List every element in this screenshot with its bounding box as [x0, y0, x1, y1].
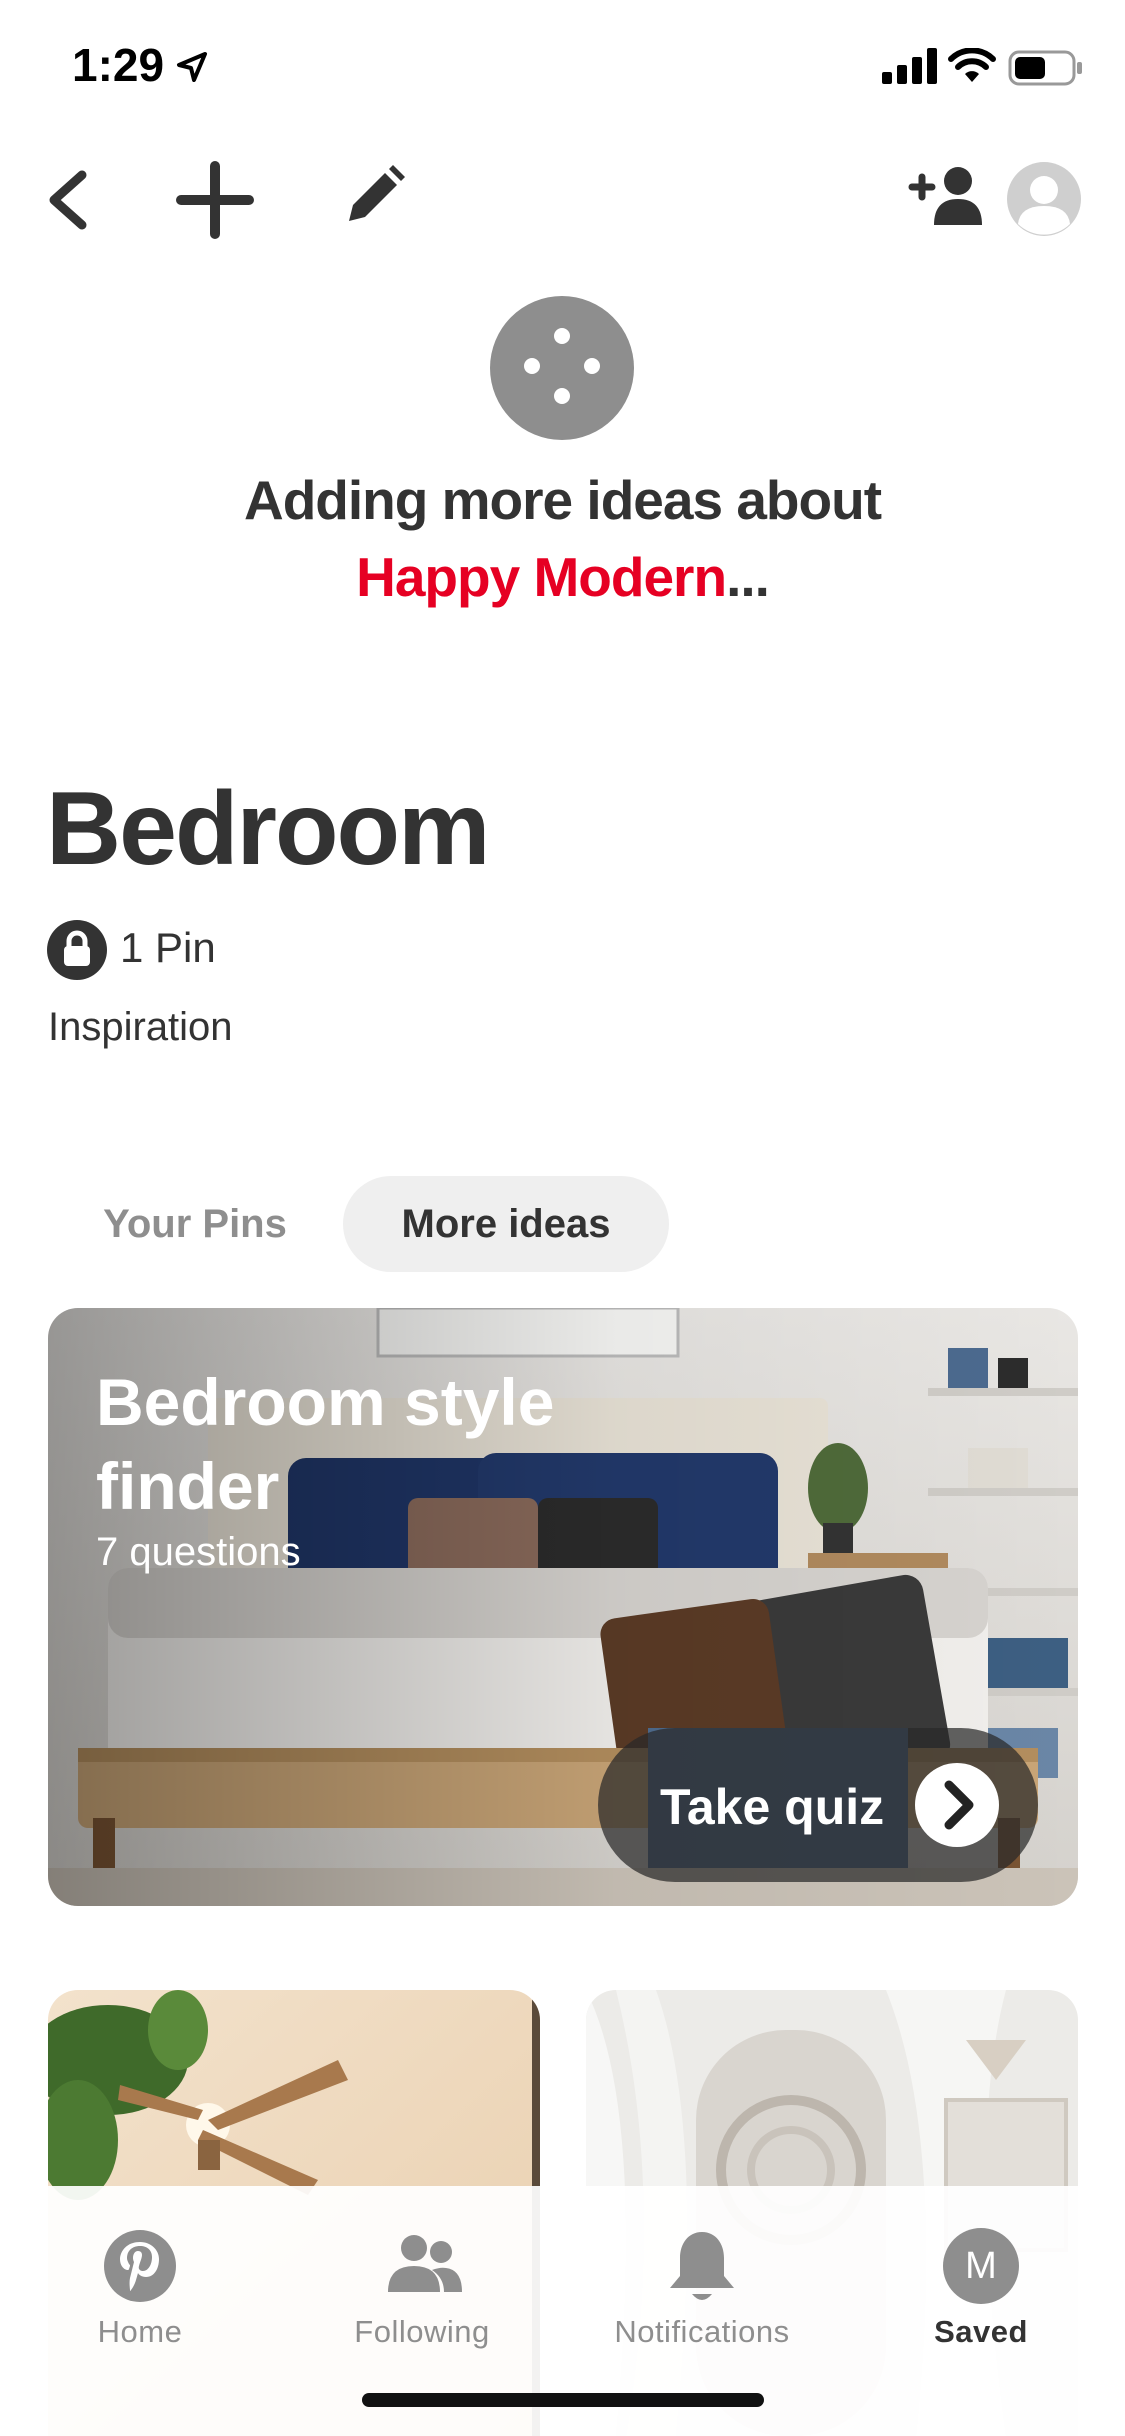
bell-icon: [670, 2232, 734, 2300]
chevron-right-icon: [915, 1763, 999, 1847]
status-time: 1:29: [72, 39, 165, 91]
nav-home[interactable]: Home: [10, 2206, 270, 2356]
style-quiz-card[interactable]: Bedroom style finder 7 questions Take qu…: [48, 1308, 1078, 1906]
saved-avatar-icon: M: [943, 2228, 1019, 2304]
nav-notifications[interactable]: Notifications: [572, 2206, 832, 2356]
loading-topic: Happy Modern: [356, 546, 727, 608]
status-bar: 1:29: [0, 0, 1125, 130]
pencil-icon[interactable]: [343, 163, 407, 227]
cellular-signal-icon: [882, 48, 937, 84]
board-title: Bedroom: [46, 771, 490, 887]
nav-home-label: Home: [97, 2314, 183, 2349]
loading-ideas-icon: [490, 296, 634, 440]
lock-icon: [47, 920, 107, 980]
nav-notifications-label: Notifications: [614, 2314, 790, 2349]
home-indicator[interactable]: [362, 2393, 764, 2407]
back-chevron-icon[interactable]: [38, 165, 98, 235]
loading-message: Adding more ideas about: [243, 469, 882, 531]
nav-following-label: Following: [354, 2314, 490, 2349]
take-quiz-label: Take quiz: [660, 1779, 885, 1835]
take-quiz-button[interactable]: Take quiz: [598, 1728, 1038, 1882]
nav-saved-label: Saved: [934, 2314, 1028, 2349]
location-arrow-icon: [177, 52, 207, 82]
loading-topic-line: Happy Modern...: [0, 545, 1125, 609]
plus-icon[interactable]: [175, 160, 255, 240]
quiz-title: Bedroom style finder: [96, 1365, 555, 1523]
loading-ellipsis: ...: [726, 546, 770, 608]
pin-count: 1 Pin: [120, 924, 216, 971]
profile-avatar-icon[interactable]: [1005, 160, 1083, 238]
wifi-icon: [948, 48, 996, 82]
people-icon: [388, 2235, 462, 2292]
nav-saved[interactable]: M Saved: [851, 2206, 1111, 2356]
tab-more-ideas[interactable]: More ideas: [343, 1176, 669, 1272]
board-description: Inspiration: [48, 1005, 233, 1049]
tab-your-pins[interactable]: Your Pins: [70, 1178, 320, 1270]
pinterest-logo-icon: [104, 2230, 176, 2302]
add-collaborator-icon[interactable]: [908, 165, 986, 227]
battery-icon: [1008, 50, 1082, 86]
quiz-question-count: 7 questions: [96, 1530, 301, 1574]
nav-following[interactable]: Following: [292, 2206, 552, 2356]
